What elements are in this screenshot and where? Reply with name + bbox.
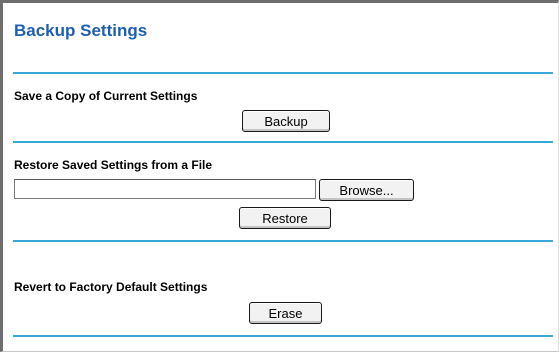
save-copy-label: Save a Copy of Current Settings <box>14 89 198 103</box>
section-divider <box>13 141 553 143</box>
section-divider <box>13 240 553 242</box>
restore-file-path-input[interactable] <box>14 179 316 199</box>
restore-settings-label: Restore Saved Settings from a File <box>14 158 213 172</box>
factory-default-label: Revert to Factory Default Settings <box>14 280 208 294</box>
backup-button[interactable]: Backup <box>242 110 330 132</box>
restore-button[interactable]: Restore <box>239 207 331 229</box>
page-title: Backup Settings <box>14 21 148 40</box>
browse-button[interactable]: Browse... <box>319 179 414 201</box>
backup-settings-panel: Backup Settings Save a Copy of Current S… <box>0 0 559 352</box>
erase-button[interactable]: Erase <box>249 302 322 324</box>
section-divider <box>13 72 553 74</box>
section-divider <box>13 335 553 337</box>
